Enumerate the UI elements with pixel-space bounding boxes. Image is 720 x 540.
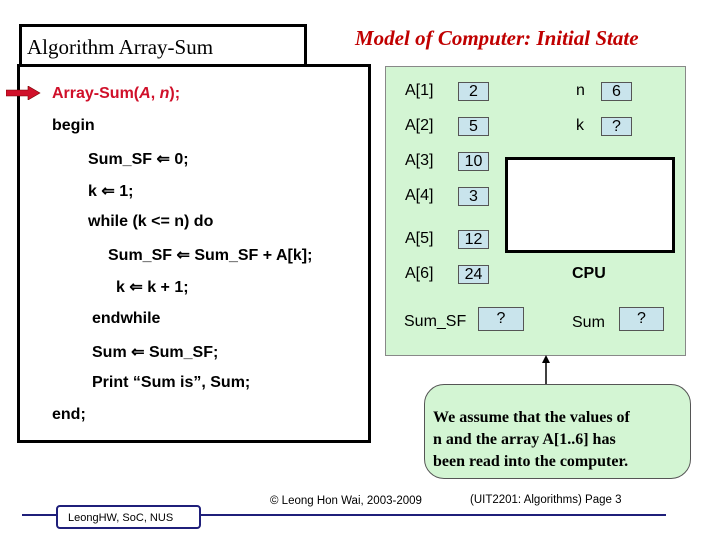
sum-sf-cell: ? — [478, 307, 524, 331]
code-line: k ⇐ k + 1; — [116, 279, 189, 296]
computer-model-panel: A[1] 2 A[2] 5 A[3] 10 A[4] 3 A[5] 12 A[6… — [385, 66, 686, 356]
code-line: k ⇐ 1; — [88, 183, 134, 200]
input-arrow-icon — [542, 355, 550, 385]
n-cell: 6 — [601, 82, 632, 101]
model-title: Model of Computer: Initial State — [355, 26, 639, 50]
callout-line: been read into the computer. — [433, 453, 629, 470]
footer-copyright: © Leong Hon Wai, 2003-2009 — [270, 495, 422, 507]
cpu-box — [505, 157, 675, 253]
n-label: n — [576, 82, 585, 99]
array-label: A[6] — [405, 265, 434, 282]
array-label: A[3] — [405, 152, 434, 169]
algorithm-title: Algorithm Array-Sum — [19, 24, 307, 68]
code-line: Sum_SF ⇐ 0; — [88, 151, 189, 168]
array-cell: 24 — [458, 265, 489, 284]
array-label: A[5] — [405, 230, 434, 247]
array-cell: 5 — [458, 117, 489, 136]
code-line-header: Array-Sum(A, n); — [52, 85, 181, 102]
footer-page: (UIT2201: Algorithms) Page 3 — [470, 494, 622, 506]
sum-cell: ? — [619, 307, 664, 331]
array-cell: 10 — [458, 152, 489, 171]
current-line-arrow-icon — [6, 86, 41, 100]
array-cell: 3 — [458, 187, 489, 206]
code-line: Sum_SF ⇐ Sum_SF + A[k]; — [108, 247, 313, 264]
array-cell: 2 — [458, 82, 489, 101]
code-line: begin — [52, 117, 95, 134]
code-line: end; — [52, 406, 86, 423]
code-line: while (k <= n) do — [88, 213, 214, 230]
assumption-callout: We assume that the values of n and the a… — [424, 384, 691, 479]
sum-label: Sum — [572, 314, 605, 331]
sum-sf-label: Sum_SF — [404, 313, 467, 330]
cpu-label: CPU — [572, 265, 606, 282]
array-label: A[4] — [405, 187, 434, 204]
footer-author: LeongHW, SoC, NUS — [56, 505, 201, 529]
array-cell: 12 — [458, 230, 489, 249]
k-label: k — [576, 117, 584, 134]
code-line: Print “Sum is”, Sum; — [92, 374, 251, 391]
callout-line: We assume that the values of — [433, 409, 630, 426]
callout-line: n and the array A[1..6] has — [433, 431, 616, 448]
code-line: Sum ⇐ Sum_SF; — [92, 344, 219, 361]
code-box: Array-Sum(A, n); begin Sum_SF ⇐ 0; k ⇐ 1… — [17, 64, 371, 443]
k-cell: ? — [601, 117, 632, 136]
code-line: endwhile — [92, 310, 161, 327]
array-label: A[2] — [405, 117, 434, 134]
array-label: A[1] — [405, 82, 434, 99]
